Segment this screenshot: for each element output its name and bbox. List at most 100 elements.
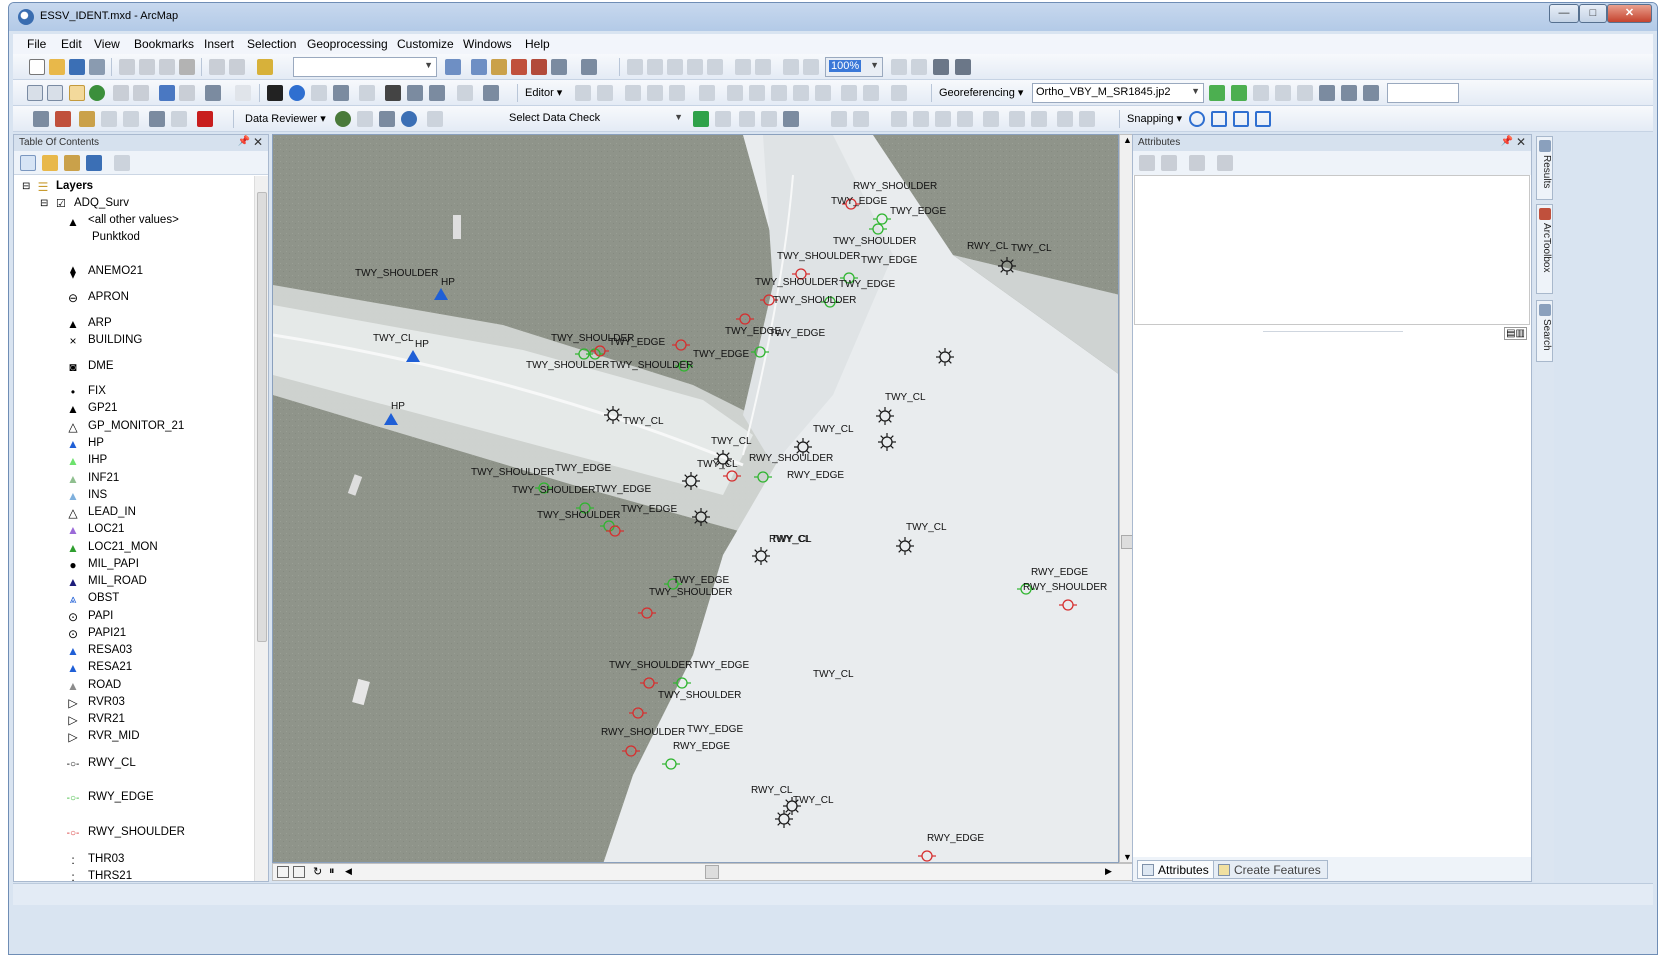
edit-annotation-icon[interactable] — [597, 85, 613, 101]
reviewer-tool-m-icon[interactable] — [1057, 111, 1073, 127]
zoom-out-layout-icon[interactable] — [803, 59, 819, 75]
swipe-icon[interactable] — [735, 59, 751, 75]
legend-symbol-icon[interactable]: ▲ — [64, 678, 82, 694]
reshape-icon[interactable] — [749, 85, 765, 101]
layout-view-icon[interactable] — [33, 111, 49, 127]
sort-icon[interactable] — [1161, 155, 1177, 171]
legend-symbol-icon[interactable]: ● — [64, 557, 82, 573]
network-icon[interactable] — [171, 111, 187, 127]
legend-symbol-icon[interactable]: -○- — [64, 790, 82, 806]
delete-icon[interactable] — [179, 59, 195, 75]
minimize-button[interactable]: — — [1549, 4, 1579, 23]
python-icon[interactable] — [531, 59, 547, 75]
layout-view-icon[interactable] — [293, 866, 305, 878]
edit-tool-icon[interactable] — [575, 85, 591, 101]
zoom-percent-combo[interactable]: 100% ▼ — [825, 57, 883, 77]
point-snapping-icon[interactable] — [1189, 111, 1205, 127]
open-icon[interactable] — [49, 59, 65, 75]
cut-icon[interactable] — [119, 59, 135, 75]
reviewer-tool-i-icon[interactable] — [957, 111, 973, 127]
side-tab-arctoolbox[interactable]: ArcToolbox — [1536, 204, 1553, 294]
legend-symbol-icon[interactable]: △ — [64, 505, 82, 521]
layer-visibility-checkbox[interactable]: ☑ — [56, 197, 66, 210]
side-tab-results[interactable]: Results — [1536, 136, 1553, 200]
legend-symbol-icon[interactable]: ▲ — [64, 316, 82, 332]
arctoolbox-icon[interactable] — [511, 59, 527, 75]
legend-symbol-icon[interactable]: ▲ — [64, 522, 82, 538]
brush-icon[interactable] — [101, 111, 117, 127]
editor-menu[interactable]: Editor ▾ — [525, 86, 562, 99]
rotate-icon[interactable] — [815, 85, 831, 101]
reviewer-tool-n-icon[interactable] — [1079, 111, 1095, 127]
legend-symbol-icon[interactable]: ⩓ — [64, 591, 82, 607]
pause-icon[interactable]: ⏸ — [329, 865, 335, 878]
legend-symbol-icon[interactable]: ▲ — [64, 471, 82, 487]
reviewer-tool-d-icon[interactable] — [831, 111, 847, 127]
hyperlink-icon[interactable] — [311, 85, 327, 101]
fixed-zoom-in-icon[interactable] — [113, 85, 129, 101]
fixed-zoom-out-icon[interactable] — [133, 85, 149, 101]
legend-symbol-icon[interactable]: ⊙ — [64, 626, 82, 642]
map-view[interactable]: RWY_SHOULDER TWY_EDGE TWY_EDGE TWY_SHOULDER… — [272, 134, 1119, 863]
reviewer-table-icon[interactable] — [357, 111, 373, 127]
link-table-icon[interactable] — [1319, 85, 1335, 101]
menu-file[interactable]: File — [27, 37, 46, 51]
reviewer-tool-j-icon[interactable] — [983, 111, 999, 127]
legend-symbol-icon[interactable]: × — [64, 333, 82, 349]
find-route-icon[interactable] — [407, 85, 423, 101]
scale-icon[interactable] — [1297, 85, 1313, 101]
reviewer-tool-k-icon[interactable] — [1009, 111, 1025, 127]
legend-symbol-icon[interactable]: ▲ — [64, 436, 82, 452]
map-canvas[interactable]: RWY_SHOULDERTWY_EDGETWY_EDGETWY_SHOULDER… — [273, 135, 1119, 863]
layout-icon[interactable] — [933, 59, 949, 75]
legend-symbol-icon[interactable]: : — [64, 852, 82, 868]
toc-scrollbar[interactable] — [254, 176, 268, 881]
reviewer-tool-h-icon[interactable] — [935, 111, 951, 127]
list-by-drawing-order-icon[interactable] — [20, 155, 36, 171]
vertex-snapping-icon[interactable] — [1233, 111, 1249, 127]
toggle-draft-icon[interactable] — [891, 59, 907, 75]
menu-customize[interactable]: Customize — [397, 37, 454, 51]
focus-frame-icon[interactable] — [911, 59, 927, 75]
undo-icon[interactable] — [209, 59, 225, 75]
legend-symbol-icon[interactable]: ▷ — [64, 695, 82, 711]
straight-segment-icon[interactable] — [625, 85, 641, 101]
legend-symbol-icon[interactable]: ▲ — [64, 540, 82, 556]
side-tab-search[interactable]: Search — [1536, 300, 1553, 362]
legend-symbol-icon[interactable]: ▲ — [64, 453, 82, 469]
select-features-icon[interactable] — [205, 85, 221, 101]
find-icon[interactable] — [385, 85, 401, 101]
measure-icon[interactable] — [359, 85, 375, 101]
batch-icon[interactable] — [197, 111, 213, 127]
forward-extent-icon[interactable] — [179, 85, 195, 101]
reviewer-tool-a-icon[interactable] — [739, 111, 755, 127]
tool-icon[interactable] — [581, 59, 597, 75]
data-reviewer-menu[interactable]: Data Reviewer ▾ — [245, 112, 326, 125]
legend-symbol-icon[interactable]: ⊙ — [64, 609, 82, 625]
refresh-icon[interactable]: ↻ — [313, 865, 322, 878]
topology-icon[interactable] — [149, 111, 165, 127]
html-popup-icon[interactable] — [333, 85, 349, 101]
layer-name[interactable]: ADQ_Surv — [74, 197, 129, 209]
reviewer-batch-icon[interactable] — [427, 111, 443, 127]
legend-symbol-icon[interactable]: : — [64, 869, 82, 881]
menu-help[interactable]: Help — [525, 37, 550, 51]
attributes-tree[interactable] — [1134, 175, 1530, 325]
reviewer-tool-c-icon[interactable] — [783, 111, 799, 127]
legend-symbol-icon[interactable]: • — [64, 384, 82, 400]
legend-symbol-icon[interactable]: ⊖ — [64, 290, 82, 306]
end-point-arc-icon[interactable] — [647, 85, 663, 101]
toc-close-icon[interactable]: ✕ — [253, 135, 263, 149]
clear-selection-icon[interactable] — [235, 85, 251, 101]
tab-create-features[interactable]: Create Features — [1213, 860, 1328, 879]
legend-symbol-icon[interactable]: ⧫ — [64, 264, 82, 280]
flicker-icon[interactable] — [755, 59, 771, 75]
legend-symbol-icon[interactable]: ▲ — [64, 660, 82, 676]
collapse-icon[interactable]: ⊟ — [40, 198, 48, 209]
georef-zoom-icon[interactable] — [627, 59, 643, 75]
splitter[interactable] — [1263, 331, 1403, 332]
attr-view-toggle-icon[interactable]: ▤▥ — [1504, 327, 1527, 340]
reviewer-tool-f-icon[interactable] — [891, 111, 907, 127]
scroll-right-icon[interactable]: ▶ — [1105, 866, 1112, 877]
georef-pan-icon[interactable] — [647, 59, 663, 75]
